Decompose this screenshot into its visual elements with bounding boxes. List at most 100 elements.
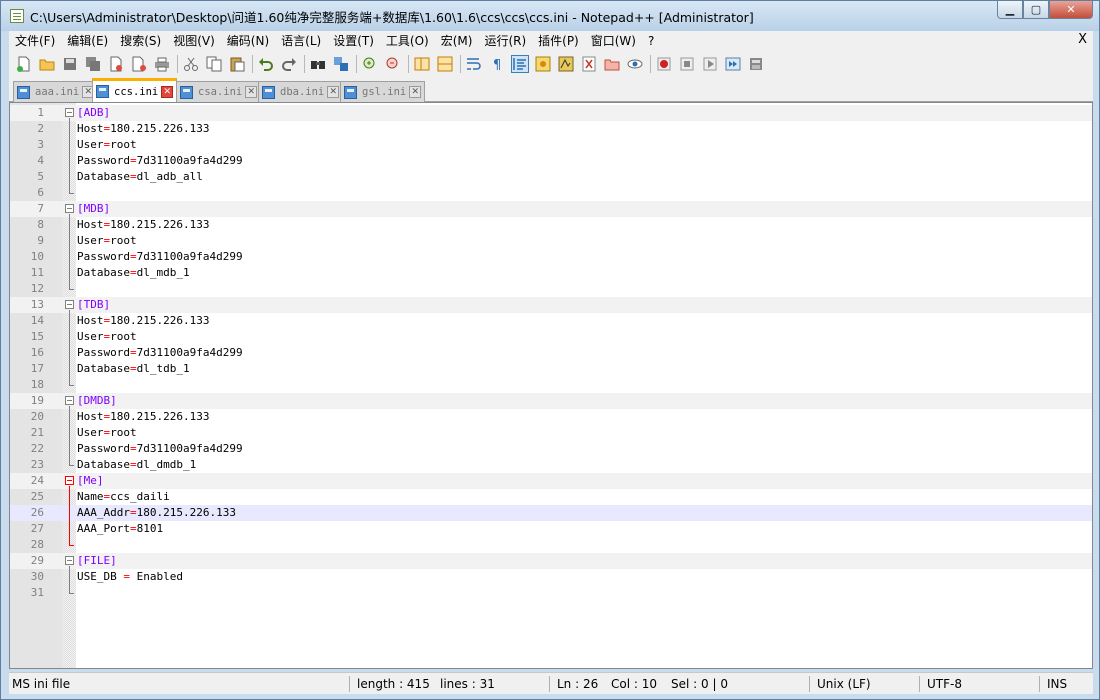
editor-line[interactable]: 7 [MDB] — [10, 201, 1092, 217]
editor-line[interactable]: 25 Name=ccs_daili — [10, 489, 1092, 505]
editor-line[interactable]: 21 User=root — [10, 425, 1092, 441]
editor-line[interactable]: 18 — [10, 377, 1092, 393]
editor-line[interactable]: 16 Password=7d31100a9fa4d299 — [10, 345, 1092, 361]
editor-line[interactable]: 11 Database=dl_mdb_1 — [10, 265, 1092, 281]
menu-view[interactable]: 视图(V) — [167, 32, 221, 49]
fold-toggle-icon[interactable] — [65, 476, 74, 485]
title-bar[interactable]: C:\Users\Administrator\Desktop\问道1.60纯净完… — [1, 1, 1099, 31]
text-editor[interactable]: 1 [ADB] 2 Host=180.215.226.133 3 User=root 4 Pa… — [9, 102, 1093, 669]
status-separator — [1039, 676, 1040, 692]
menu-search[interactable]: 搜索(S) — [114, 32, 167, 49]
undo-icon[interactable] — [257, 55, 275, 73]
editor-line[interactable]: 27 AAA_Port=8101 — [10, 521, 1092, 537]
editor-line[interactable]: 15 User=root — [10, 329, 1092, 345]
run-macro-multiple-icon[interactable] — [724, 55, 742, 73]
menu-language[interactable]: 语言(L) — [275, 32, 327, 49]
maximize-button[interactable]: ▢ — [1023, 1, 1049, 19]
open-file-icon[interactable] — [38, 55, 56, 73]
editor-line[interactable]: 22 Password=7d31100a9fa4d299 — [10, 441, 1092, 457]
menu-tools[interactable]: 工具(O) — [380, 32, 435, 49]
menu-settings[interactable]: 设置(T) — [327, 32, 380, 49]
editor-line[interactable]: 30 USE_DB = Enabled — [10, 569, 1092, 585]
tab-close-icon[interactable]: ✕ — [409, 86, 422, 98]
editor-line[interactable]: 28 — [10, 537, 1092, 553]
save-all-icon[interactable] — [84, 55, 102, 73]
editor-line[interactable]: 2 Host=180.215.226.133 — [10, 121, 1092, 137]
editor-line[interactable]: 12 — [10, 281, 1092, 297]
doc-map-icon[interactable] — [557, 55, 575, 73]
menu-run[interactable]: 运行(R) — [478, 32, 532, 49]
zoom-in-icon[interactable] — [361, 55, 379, 73]
monitoring-eye-icon[interactable] — [626, 55, 644, 73]
fold-toggle-icon[interactable] — [65, 556, 74, 565]
sync-horizontal-icon[interactable] — [436, 55, 454, 73]
show-all-characters-icon[interactable]: ¶ — [488, 55, 506, 73]
fold-toggle-icon[interactable] — [65, 300, 74, 309]
menu-encoding[interactable]: 编码(N) — [221, 32, 275, 49]
editor-line[interactable]: 5 Database=dl_adb_all — [10, 169, 1092, 185]
minimize-button[interactable]: ▁ — [997, 1, 1023, 19]
editor-line[interactable]: 17 Database=dl_tdb_1 — [10, 361, 1092, 377]
user-defined-language-icon[interactable] — [534, 55, 552, 73]
tab-gsl-ini[interactable]: gsl.ini ✕ — [340, 81, 426, 102]
editor-line[interactable]: 23 Database=dl_dmdb_1 — [10, 457, 1092, 473]
fold-toggle-icon[interactable] — [65, 108, 74, 117]
menu-macro[interactable]: 宏(M) — [435, 32, 479, 49]
editor-line[interactable]: 4 Password=7d31100a9fa4d299 — [10, 153, 1092, 169]
editor-line[interactable]: 26 AAA_Addr=180.215.226.133 — [10, 505, 1092, 521]
redo-icon[interactable] — [280, 55, 298, 73]
record-macro-icon[interactable] — [655, 55, 673, 73]
editor-line[interactable]: 3 User=root — [10, 137, 1092, 153]
editor-line[interactable]: 10 Password=7d31100a9fa4d299 — [10, 249, 1092, 265]
close-all-icon[interactable] — [130, 55, 148, 73]
status-encoding[interactable]: UTF-8 — [924, 673, 962, 695]
notepad-app-icon[interactable] — [10, 9, 24, 23]
status-eol[interactable]: Unix (LF) — [814, 673, 871, 695]
tab-dba-ini[interactable]: dba.ini ✕ — [258, 81, 344, 102]
menu-file[interactable]: 文件(F) — [9, 32, 61, 49]
sync-vertical-icon[interactable] — [413, 55, 431, 73]
editor-line[interactable]: 24 [Me] — [10, 473, 1092, 489]
replace-icon[interactable] — [332, 55, 350, 73]
stop-record-icon[interactable] — [678, 55, 696, 73]
word-wrap-icon[interactable] — [465, 55, 483, 73]
fold-toggle-icon[interactable] — [65, 204, 74, 213]
close-window-button[interactable]: ✕ — [1049, 1, 1093, 19]
editor-line[interactable]: 19 [DMDB] — [10, 393, 1092, 409]
editor-line[interactable]: 9 User=root — [10, 233, 1092, 249]
fold-toggle-icon[interactable] — [65, 396, 74, 405]
close-file-icon[interactable] — [107, 55, 125, 73]
editor-line[interactable]: 13 [TDB] — [10, 297, 1092, 313]
close-document-button[interactable]: X — [1078, 32, 1087, 47]
tab-aaa-ini[interactable]: aaa.ini ✕ — [13, 81, 99, 102]
zoom-out-icon[interactable] — [384, 55, 402, 73]
editor-line[interactable]: 1 [ADB] — [10, 105, 1092, 121]
function-list-icon[interactable] — [580, 55, 598, 73]
editor-line[interactable]: 8 Host=180.215.226.133 — [10, 217, 1092, 233]
menu-help[interactable]: ? — [642, 34, 660, 48]
menu-edit[interactable]: 编辑(E) — [61, 32, 114, 49]
menu-window[interactable]: 窗口(W) — [585, 32, 642, 49]
play-macro-icon[interactable] — [701, 55, 719, 73]
tab-close-icon[interactable]: ✕ — [161, 85, 174, 98]
tab-csa-ini[interactable]: csa.ini ✕ — [176, 81, 262, 102]
save-icon[interactable] — [61, 55, 79, 73]
tab-ccs-ini[interactable]: ccs.ini ✕ — [92, 78, 178, 102]
tab-close-icon[interactable]: ✕ — [245, 86, 258, 98]
save-macro-icon[interactable] — [747, 55, 765, 73]
menu-plugins[interactable]: 插件(P) — [532, 32, 585, 49]
copy-icon[interactable] — [205, 55, 223, 73]
editor-line[interactable]: 6 — [10, 185, 1092, 201]
new-file-icon[interactable] — [15, 55, 33, 73]
tab-close-icon[interactable]: ✕ — [327, 86, 340, 98]
cut-icon[interactable] — [182, 55, 200, 73]
editor-line[interactable]: 29 [FILE] — [10, 553, 1092, 569]
editor-line[interactable]: 31 — [10, 585, 1092, 601]
find-icon[interactable] — [309, 55, 327, 73]
editor-line[interactable]: 14 Host=180.215.226.133 — [10, 313, 1092, 329]
print-icon[interactable] — [153, 55, 171, 73]
folder-workspace-icon[interactable] — [603, 55, 621, 73]
paste-icon[interactable] — [228, 55, 246, 73]
indent-guide-icon[interactable] — [511, 54, 529, 73]
editor-line[interactable]: 20 Host=180.215.226.133 — [10, 409, 1092, 425]
